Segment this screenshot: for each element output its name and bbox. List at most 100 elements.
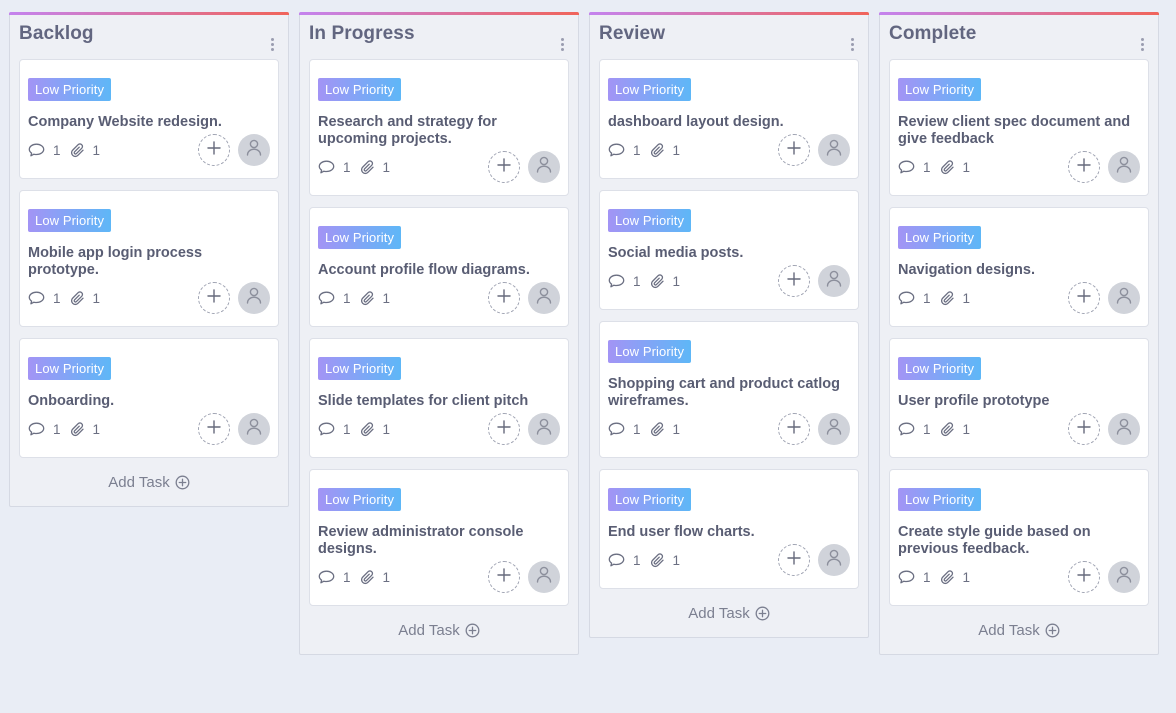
avatar[interactable]: [818, 134, 850, 166]
comments-count[interactable]: 1: [898, 422, 931, 437]
add-member-button[interactable]: [778, 413, 810, 445]
column-title: Review: [599, 23, 666, 44]
attachments-count[interactable]: 1: [650, 143, 680, 158]
add-member-button[interactable]: [1068, 413, 1100, 445]
attachments-count[interactable]: 1: [70, 422, 100, 437]
add-member-button[interactable]: [488, 151, 520, 183]
comments-count[interactable]: 1: [898, 291, 931, 306]
task-card[interactable]: Low Priority Onboarding. 1 1: [19, 338, 279, 458]
attachment-count-value: 1: [672, 552, 681, 568]
task-card[interactable]: Low Priority Slide templates for client p…: [309, 338, 569, 458]
add-member-button[interactable]: [488, 561, 520, 593]
task-card[interactable]: Low Priority Account profile flow diagram…: [309, 207, 569, 327]
avatar[interactable]: [818, 265, 850, 297]
comments-count[interactable]: 1: [898, 160, 931, 175]
comment-icon: [898, 570, 915, 584]
task-card[interactable]: Low Priority Shopping cart and product ca…: [599, 321, 859, 458]
plus-icon: [1077, 288, 1091, 308]
avatar[interactable]: [1108, 561, 1140, 593]
avatar[interactable]: [238, 282, 270, 314]
plus-icon: [787, 271, 801, 291]
add-task-button[interactable]: Add Task: [599, 597, 859, 629]
card-meta: 11: [608, 553, 680, 568]
attachments-count[interactable]: 1: [650, 552, 681, 568]
plus-icon: [1077, 157, 1091, 177]
add-task-button[interactable]: Add Task: [889, 614, 1149, 646]
avatar[interactable]: [528, 561, 560, 593]
task-card[interactable]: Low Priority Review client spec document …: [889, 59, 1149, 196]
comments-count[interactable]: 1: [28, 291, 61, 306]
task-card[interactable]: Low Priority Mobile app login process pro…: [19, 190, 279, 327]
attachments-count[interactable]: 1: [940, 159, 971, 175]
avatar[interactable]: [238, 134, 270, 166]
user-icon: [1116, 156, 1132, 178]
attachments-count[interactable]: 1: [940, 570, 970, 585]
avatar[interactable]: [1108, 413, 1140, 445]
attachment-count-value: 1: [962, 421, 971, 437]
attachments-count[interactable]: 1: [360, 570, 390, 585]
add-member-button[interactable]: [198, 134, 230, 166]
comments-count[interactable]: 1: [318, 422, 351, 437]
add-member-button[interactable]: [488, 413, 520, 445]
add-member-button[interactable]: [198, 413, 230, 445]
column-menu-icon[interactable]: [1135, 33, 1149, 55]
task-card[interactable]: Low Priority User profile prototype 1 1: [889, 338, 1149, 458]
attachments-count[interactable]: 1: [940, 291, 970, 306]
avatar[interactable]: [528, 413, 560, 445]
avatar[interactable]: [1108, 282, 1140, 314]
task-card[interactable]: Low Priority Create style guide based on …: [889, 469, 1149, 606]
comments-count[interactable]: 1: [28, 422, 61, 437]
add-member-button[interactable]: [1068, 282, 1100, 314]
comments-count[interactable]: 1: [608, 553, 641, 568]
attachments-count[interactable]: 1: [70, 291, 100, 306]
attachment-count-value: 1: [962, 159, 971, 175]
attachments-count[interactable]: 1: [70, 143, 100, 158]
comments-count[interactable]: 1: [608, 422, 641, 437]
avatar[interactable]: [818, 413, 850, 445]
task-card[interactable]: Low Priority Navigation designs. 1 1: [889, 207, 1149, 327]
comments-count[interactable]: 1: [898, 570, 931, 585]
column-menu-icon[interactable]: [555, 33, 569, 55]
add-member-button[interactable]: [778, 544, 810, 576]
priority-badge: Low Priority: [318, 488, 402, 511]
attachments-count[interactable]: 1: [650, 421, 680, 437]
column-menu-icon[interactable]: [845, 33, 859, 55]
task-card[interactable]: Low Priority End user flow charts. 1 1: [599, 469, 859, 589]
avatar[interactable]: [238, 413, 270, 445]
attachments-count[interactable]: 1: [360, 291, 390, 306]
comments-count[interactable]: 1: [318, 160, 351, 175]
add-member-button[interactable]: [1068, 151, 1100, 183]
comments-count[interactable]: 1: [318, 570, 351, 585]
add-task-button[interactable]: Add Task: [309, 614, 569, 646]
add-member-button[interactable]: [778, 134, 810, 166]
task-card[interactable]: Low Priority dashboard layout design. 1 1: [599, 59, 859, 179]
avatar[interactable]: [528, 282, 560, 314]
add-task-button[interactable]: Add Task: [19, 466, 279, 498]
task-card[interactable]: Low Priority Company Website redesign. 1 1: [19, 59, 279, 179]
comments-count[interactable]: 1: [318, 291, 351, 306]
comment-icon: [318, 160, 335, 174]
add-task-label: Add Task: [108, 473, 170, 491]
comments-count[interactable]: 1: [608, 143, 641, 158]
task-card[interactable]: Low Priority Research and strategy for up…: [309, 59, 569, 196]
attachments-count[interactable]: 1: [360, 422, 390, 437]
task-card[interactable]: Low Priority Social media posts. 1 1: [599, 190, 859, 310]
attachments-count[interactable]: 1: [360, 160, 390, 175]
avatar[interactable]: [818, 544, 850, 576]
add-member-button[interactable]: [1068, 561, 1100, 593]
task-card[interactable]: Low Priority Review administrator console…: [309, 469, 569, 606]
attachments-count[interactable]: 1: [940, 421, 971, 437]
avatar[interactable]: [528, 151, 560, 183]
add-member-button[interactable]: [198, 282, 230, 314]
comments-count[interactable]: 1: [608, 274, 641, 289]
attachments-count[interactable]: 1: [650, 274, 680, 289]
add-member-button[interactable]: [778, 265, 810, 297]
priority-badge: Low Priority: [28, 209, 112, 232]
add-member-button[interactable]: [488, 282, 520, 314]
avatar[interactable]: [1108, 151, 1140, 183]
comments-count[interactable]: 1: [28, 143, 61, 158]
comment-count-value: 1: [633, 142, 641, 158]
paperclip-icon: [650, 421, 665, 437]
column-menu-icon[interactable]: [265, 33, 279, 55]
column-title: In Progress: [309, 23, 415, 44]
